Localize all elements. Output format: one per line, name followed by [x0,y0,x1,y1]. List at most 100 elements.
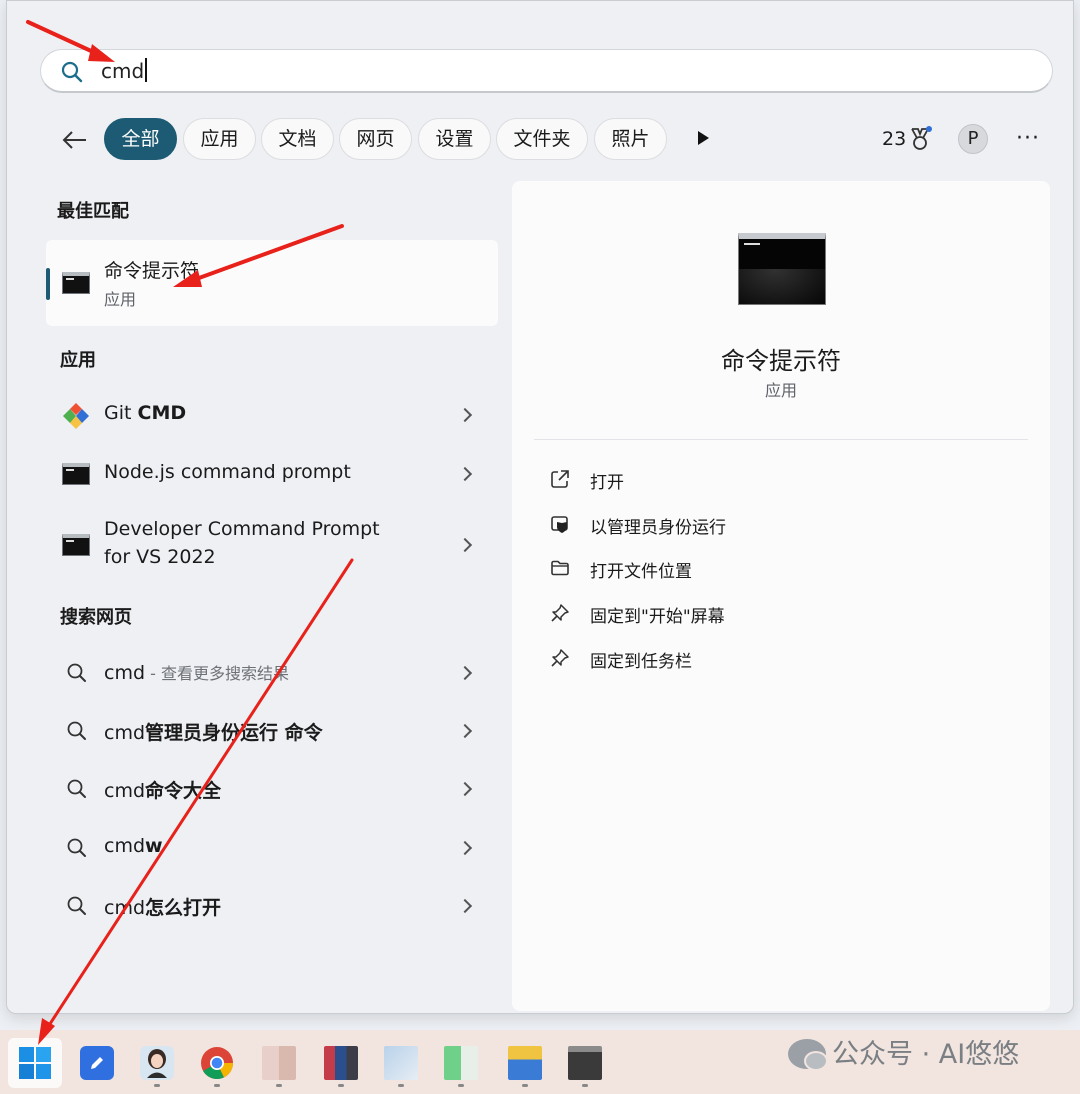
shield-run-icon [551,516,568,533]
best-match-item[interactable]: 命令提示符 应用 [46,240,498,326]
chevron-right-icon[interactable] [457,537,473,553]
web-result-query: cmd [104,835,146,857]
pin-icon [551,649,569,667]
web-result-suggestion: w [145,835,163,857]
running-indicator [458,1084,464,1087]
running-indicator [338,1084,344,1087]
blurred-app-icon[interactable] [444,1046,478,1080]
web-result-item[interactable]: cmd管理员身份运行 命令 [60,714,480,748]
terminal-icon [62,463,90,485]
pin-icon [551,604,569,622]
back-arrow-icon[interactable] [60,126,90,154]
chevron-right-icon[interactable] [457,781,473,797]
start-button[interactable] [8,1038,62,1088]
account-avatar[interactable]: P [958,124,988,154]
web-result-query: cmd [104,780,146,802]
web-result-suggestion: 管理员身份运行 命令 [145,722,323,744]
rewards-medal-icon[interactable] [908,126,932,152]
running-indicator [276,1084,282,1087]
app-item-label-line2: for VS 2022 [104,546,216,568]
web-result-item[interactable]: cmd命令大全 [60,772,480,806]
best-match-type: 应用 [104,290,137,309]
search-icon [67,721,86,740]
chevron-right-icon[interactable] [457,723,473,739]
web-result-item[interactable]: cmdw [60,831,480,865]
app-item-prefix: Git [104,402,138,424]
terminal-icon [62,534,90,556]
preview-type: 应用 [764,381,797,400]
more-filters-arrow-icon[interactable] [698,131,709,145]
windows-logo-icon [19,1047,51,1079]
watermark-text: 公众号 · AI悠悠 [832,1039,1020,1070]
open-external-icon [551,470,569,488]
terminal-taskbar-icon[interactable] [568,1046,602,1080]
running-indicator [154,1084,160,1087]
web-search-heading: 搜索网页 [60,607,132,628]
filter-chip-apps[interactable]: 应用 [183,118,256,160]
filter-chip-web[interactable]: 网页 [339,118,412,160]
action-label: 固定到"开始"屏幕 [590,607,725,627]
chevron-right-icon[interactable] [457,898,473,914]
filter-chip-folders[interactable]: 文件夹 [496,118,588,160]
rewards-points: 23 [882,128,907,150]
web-result-item[interactable]: cmd怎么打开 [60,889,480,923]
chrome-icon[interactable] [200,1046,234,1080]
best-match-heading: 最佳匹配 [57,201,129,222]
running-indicator [214,1084,220,1087]
blurred-app-icon[interactable] [324,1046,358,1080]
running-indicator [522,1084,528,1087]
avatar-app-icon[interactable] [140,1046,174,1080]
action-label: 固定到任务栏 [590,652,692,672]
running-indicator [398,1084,404,1087]
search-icon [67,663,86,682]
notes-app-icon[interactable] [80,1046,114,1080]
apps-heading: 应用 [60,350,96,371]
chevron-right-icon[interactable] [457,466,473,482]
app-item-git-cmd[interactable]: Git CMD [60,398,480,432]
web-result-suggestion: 怎么打开 [145,897,222,919]
git-icon [63,403,89,429]
web-result-query: cmd [104,722,146,744]
best-match-name: 命令提示符 [104,260,200,282]
app-item-label-line1: Developer Command Prompt [104,518,380,540]
search-input[interactable]: cmd [40,49,1053,93]
preview-divider [534,439,1028,440]
app-item-match: CMD [137,402,187,424]
web-result-hint: - 查看更多搜索结果 [145,664,289,683]
filter-chip-documents[interactable]: 文档 [261,118,334,160]
search-value: cmd [101,59,145,83]
filter-chip-settings[interactable]: 设置 [418,118,491,160]
search-icon [61,61,83,83]
filter-chip-photos[interactable]: 照片 [594,118,667,160]
command-prompt-large-icon [738,233,826,305]
preview-title: 命令提示符 [721,347,841,375]
web-result-item[interactable]: cmd - 查看更多搜索结果 [60,656,480,690]
action-label: 打开 [590,473,624,493]
wechat-icon [788,1039,828,1071]
chevron-right-icon[interactable] [457,665,473,681]
file-explorer-icon[interactable] [508,1046,542,1080]
chevron-right-icon[interactable] [457,407,473,423]
command-prompt-icon [62,272,90,294]
web-result-query: cmd [104,897,146,919]
folder-icon [551,560,569,576]
selection-indicator [46,268,50,300]
action-label: 以管理员身份运行 [590,518,726,538]
blurred-app-icon[interactable] [384,1046,418,1080]
app-item-vs-dev-prompt[interactable]: Developer Command Prompt for VS 2022 [60,516,480,576]
search-icon [67,838,86,857]
more-options-icon[interactable]: ··· [1016,126,1040,151]
running-indicator [582,1084,588,1087]
search-icon [67,779,86,798]
preview-pane: 命令提示符 应用 打开 以管理员身份运行 打开文件位置 固定到"开始"屏幕 固定… [512,181,1050,1011]
app-item-nodejs-prompt[interactable]: Node.js command prompt [60,457,480,491]
chevron-right-icon[interactable] [457,840,473,856]
action-label: 打开文件位置 [590,562,692,582]
filter-chip-all[interactable]: 全部 [104,118,177,160]
watermark: 公众号 · AI悠悠 [788,1032,1019,1071]
text-caret [145,58,147,82]
web-result-suggestion: 命令大全 [145,780,222,802]
blurred-app-icon[interactable] [262,1046,296,1080]
app-item-label: Node.js command prompt [104,461,351,483]
web-result-query: cmd [104,662,146,684]
